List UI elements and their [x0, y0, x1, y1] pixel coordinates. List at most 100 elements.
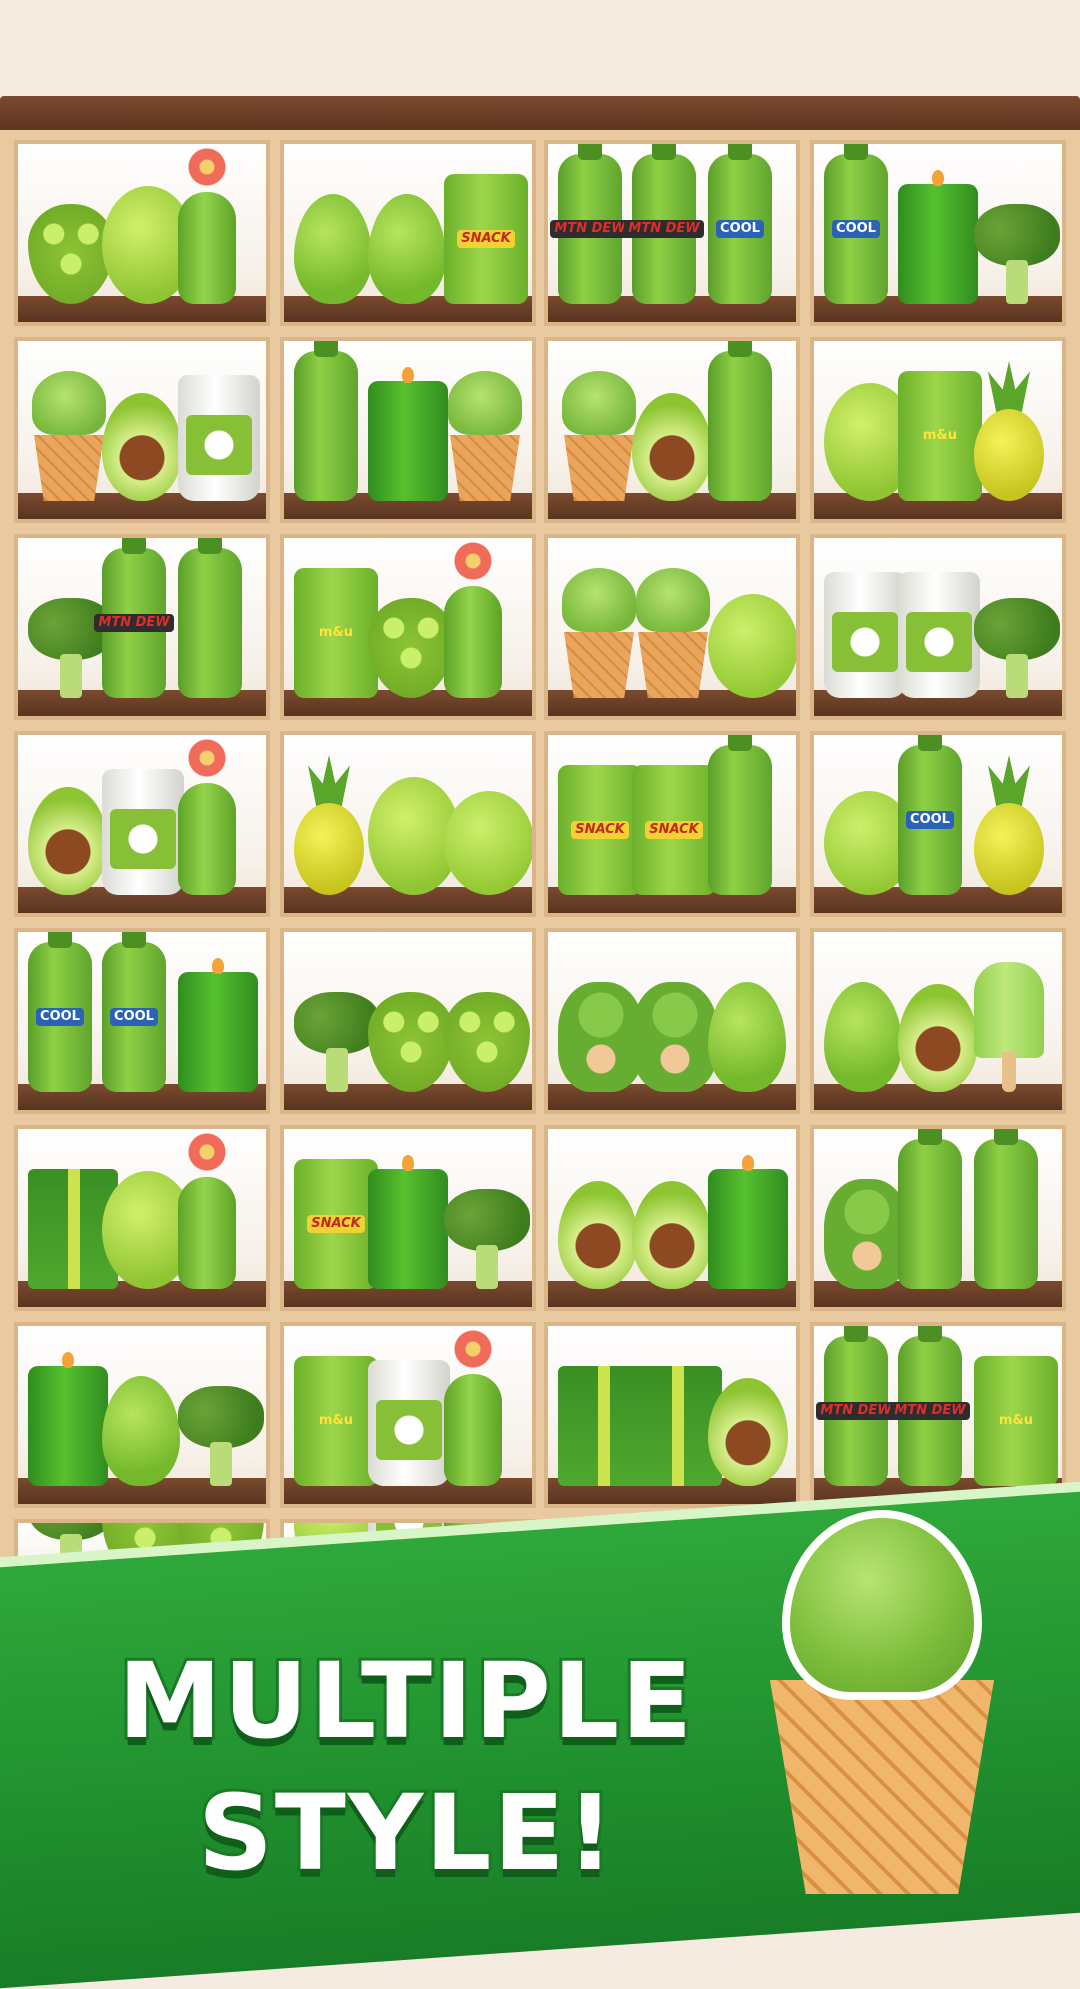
product-label: COOL: [716, 220, 764, 238]
coffee-icon[interactable]: [178, 375, 260, 501]
broccoli-icon[interactable]: [974, 598, 1060, 698]
icecream-icon[interactable]: [558, 568, 640, 698]
icecream-icon[interactable]: [444, 371, 526, 501]
bottle-dew-icon[interactable]: MTN DEW: [624, 144, 704, 304]
product-label: COOL: [110, 1008, 158, 1026]
vase-icon[interactable]: [444, 1330, 502, 1486]
chips-icon[interactable]: SNACK: [444, 174, 528, 304]
avocado-icon[interactable]: [898, 984, 978, 1092]
coffee-icon[interactable]: [368, 1360, 450, 1486]
pineapple-icon[interactable]: [974, 361, 1044, 501]
shelf-cell: MTN DEW: [14, 534, 270, 720]
avocado-icon[interactable]: [632, 393, 712, 501]
product-label: m&u: [998, 1413, 1034, 1428]
shelf-cell: [544, 534, 800, 720]
avocado-icon[interactable]: [708, 1378, 788, 1486]
shelf-cell: [544, 1125, 800, 1311]
bottle-cool-icon[interactable]: COOL: [898, 735, 962, 895]
bottle-cool-icon[interactable]: COOL: [708, 144, 772, 304]
egg-icon[interactable]: [824, 982, 902, 1092]
grapes-icon[interactable]: [444, 992, 530, 1092]
product-label: m&u: [922, 428, 958, 443]
bottle-dew-icon[interactable]: MTN DEW: [890, 1326, 970, 1486]
lime-icon[interactable]: [708, 594, 796, 698]
product-label: MTN DEW: [624, 220, 704, 238]
mu-icon[interactable]: m&u: [294, 1356, 378, 1486]
shelf-cell: SNACK SNACK: [544, 731, 800, 917]
grapes-icon[interactable]: [368, 992, 454, 1092]
product-label: SNACK: [307, 1215, 365, 1233]
product-label: MTN DEW: [550, 220, 630, 238]
product-label: SNACK: [645, 821, 703, 839]
candle-icon[interactable]: [368, 367, 448, 501]
pineapple-icon[interactable]: [294, 755, 364, 895]
avocado-icon[interactable]: [632, 1181, 712, 1289]
bottle-icon[interactable]: [974, 1129, 1038, 1289]
chips-icon[interactable]: SNACK: [294, 1159, 378, 1289]
bottle-icon[interactable]: [708, 735, 772, 895]
egg-icon[interactable]: [368, 194, 446, 304]
chips-icon[interactable]: SNACK: [632, 765, 716, 895]
shelf-cell: MTN DEW MTN DEW m&u: [810, 1322, 1066, 1508]
shelf-cell: m&u: [810, 337, 1066, 523]
bottle-icon[interactable]: [294, 341, 358, 501]
avocado-icon[interactable]: [558, 1181, 638, 1289]
product-label: MTN DEW: [890, 1402, 970, 1420]
candle-icon[interactable]: [368, 1155, 448, 1289]
vase-icon[interactable]: [444, 542, 502, 698]
mu-icon[interactable]: m&u: [294, 568, 378, 698]
coffee-icon[interactable]: [824, 572, 906, 698]
vase-icon[interactable]: [178, 739, 236, 895]
candle-icon[interactable]: [898, 170, 978, 304]
broccoli-icon[interactable]: [294, 992, 380, 1092]
shelf-cell: [280, 928, 536, 1114]
bottle-icon[interactable]: [178, 538, 242, 698]
mu-icon[interactable]: m&u: [974, 1356, 1058, 1486]
egg-icon[interactable]: [708, 982, 786, 1092]
egg-icon[interactable]: [102, 1376, 180, 1486]
grapes-icon[interactable]: [368, 598, 454, 698]
bottle-cool-icon[interactable]: COOL: [28, 932, 92, 1092]
bottle-cool-icon[interactable]: COOL: [824, 144, 888, 304]
icecream-icon[interactable]: [28, 371, 110, 501]
shelf-cell: COOL: [810, 140, 1066, 326]
broccoli-icon[interactable]: [178, 1386, 264, 1486]
broccoli-icon[interactable]: [444, 1189, 530, 1289]
shelf-cell: [280, 337, 536, 523]
pineapple-icon[interactable]: [974, 755, 1044, 895]
shelf-cell: m&u: [280, 1322, 536, 1508]
bottle-dew-icon[interactable]: MTN DEW: [816, 1326, 896, 1486]
shelf-cell: SNACK: [280, 1125, 536, 1311]
shelf-cell: [810, 1125, 1066, 1311]
product-label: MTN DEW: [816, 1402, 896, 1420]
vase-icon[interactable]: [178, 1133, 236, 1289]
grapes-icon[interactable]: [28, 204, 114, 304]
bottle-cool-icon[interactable]: COOL: [102, 932, 166, 1092]
icecream-icon[interactable]: [632, 568, 714, 698]
bottle-dew-icon[interactable]: MTN DEW: [550, 144, 630, 304]
shelf-cell: [14, 731, 270, 917]
mu-icon[interactable]: m&u: [898, 371, 982, 501]
egg-icon[interactable]: [294, 194, 372, 304]
candle-icon[interactable]: [28, 1352, 108, 1486]
candle-icon[interactable]: [178, 958, 258, 1092]
bottle-dew-icon[interactable]: MTN DEW: [94, 538, 174, 698]
avocado-icon[interactable]: [28, 787, 108, 895]
coffee-icon[interactable]: [102, 769, 184, 895]
vase-icon[interactable]: [178, 148, 236, 304]
shelf-cell: SNACK: [280, 140, 536, 326]
product-label: SNACK: [457, 230, 515, 248]
coffee-icon[interactable]: [898, 572, 980, 698]
candle-icon[interactable]: [708, 1155, 788, 1289]
avocado-icon[interactable]: [102, 393, 182, 501]
product-label: MTN DEW: [94, 614, 174, 632]
teddy-icon[interactable]: [632, 982, 718, 1092]
icecream-icon[interactable]: [558, 371, 640, 501]
bottle-icon[interactable]: [898, 1129, 962, 1289]
popsicle-icon[interactable]: [974, 962, 1044, 1092]
shelf-cell: [810, 534, 1066, 720]
broccoli-icon[interactable]: [974, 204, 1060, 304]
chips-icon[interactable]: SNACK: [558, 765, 642, 895]
lime-icon[interactable]: [444, 791, 532, 895]
bottle-icon[interactable]: [708, 341, 772, 501]
